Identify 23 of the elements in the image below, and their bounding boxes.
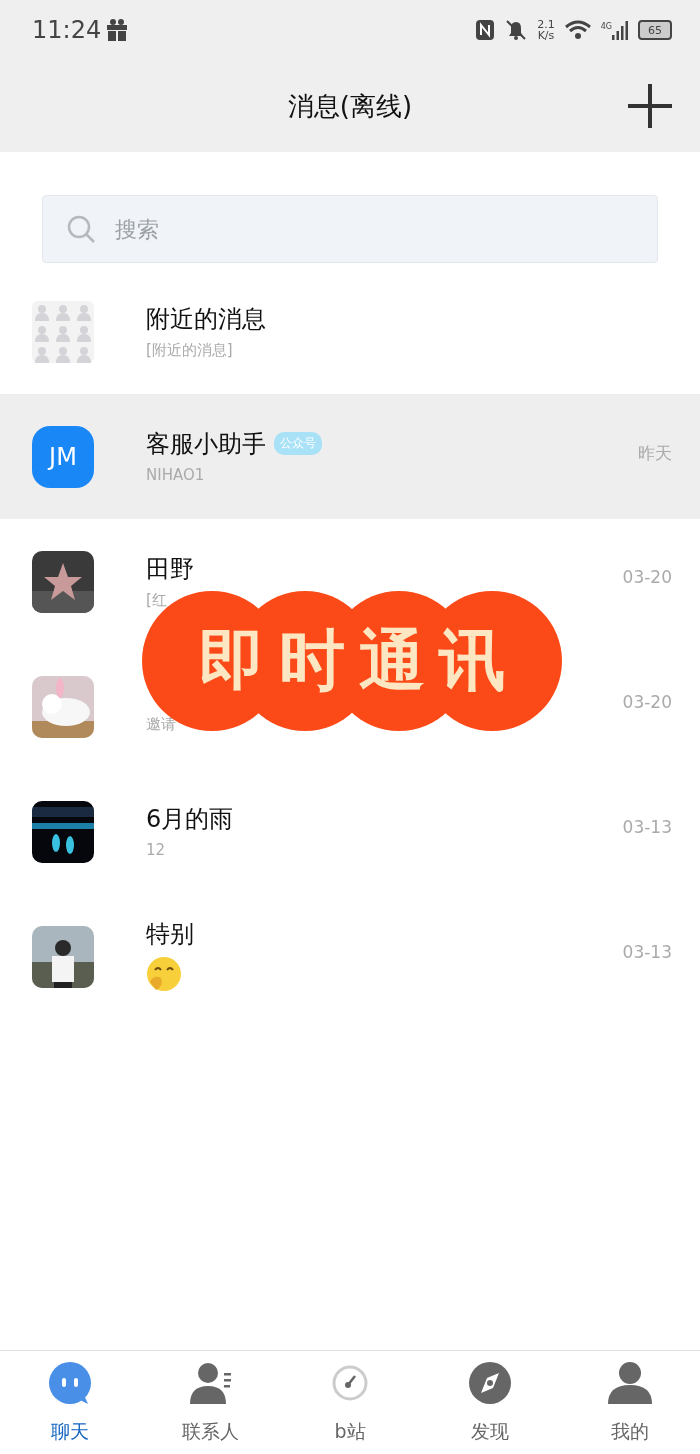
contact-name: 6月的雨 xyxy=(146,803,234,835)
account-badge: 公众号 xyxy=(274,432,322,455)
message-preview: 邀请 xyxy=(146,714,177,735)
page-title: 消息(离线) xyxy=(287,89,413,123)
contact-name: 特别 xyxy=(146,918,194,950)
network-type: 4G xyxy=(600,22,612,31)
message-preview: NIHAO1 xyxy=(146,465,206,486)
message-time: 03-20 xyxy=(622,692,672,712)
contact-name: 附近的消息 xyxy=(146,303,266,335)
message-time: 03-20 xyxy=(622,567,672,587)
message-time: 03-13 xyxy=(622,817,672,837)
battery-level: 65 xyxy=(638,20,672,40)
message-preview: [附近的消息] xyxy=(146,340,234,361)
message-time: 03-13 xyxy=(622,942,672,962)
message-preview: 12 xyxy=(146,840,167,861)
network-speed: 2.1 xyxy=(537,19,555,30)
message-preview: [红 xyxy=(146,590,168,611)
speed-unit: K/s xyxy=(537,30,555,41)
contact-name: 田野 xyxy=(146,553,194,585)
contact-name: 客服小助手 xyxy=(146,428,266,460)
message-time: 昨天 xyxy=(638,442,672,465)
clock-time: 11:24 xyxy=(32,16,102,44)
avatar-initials: JM xyxy=(32,425,94,488)
